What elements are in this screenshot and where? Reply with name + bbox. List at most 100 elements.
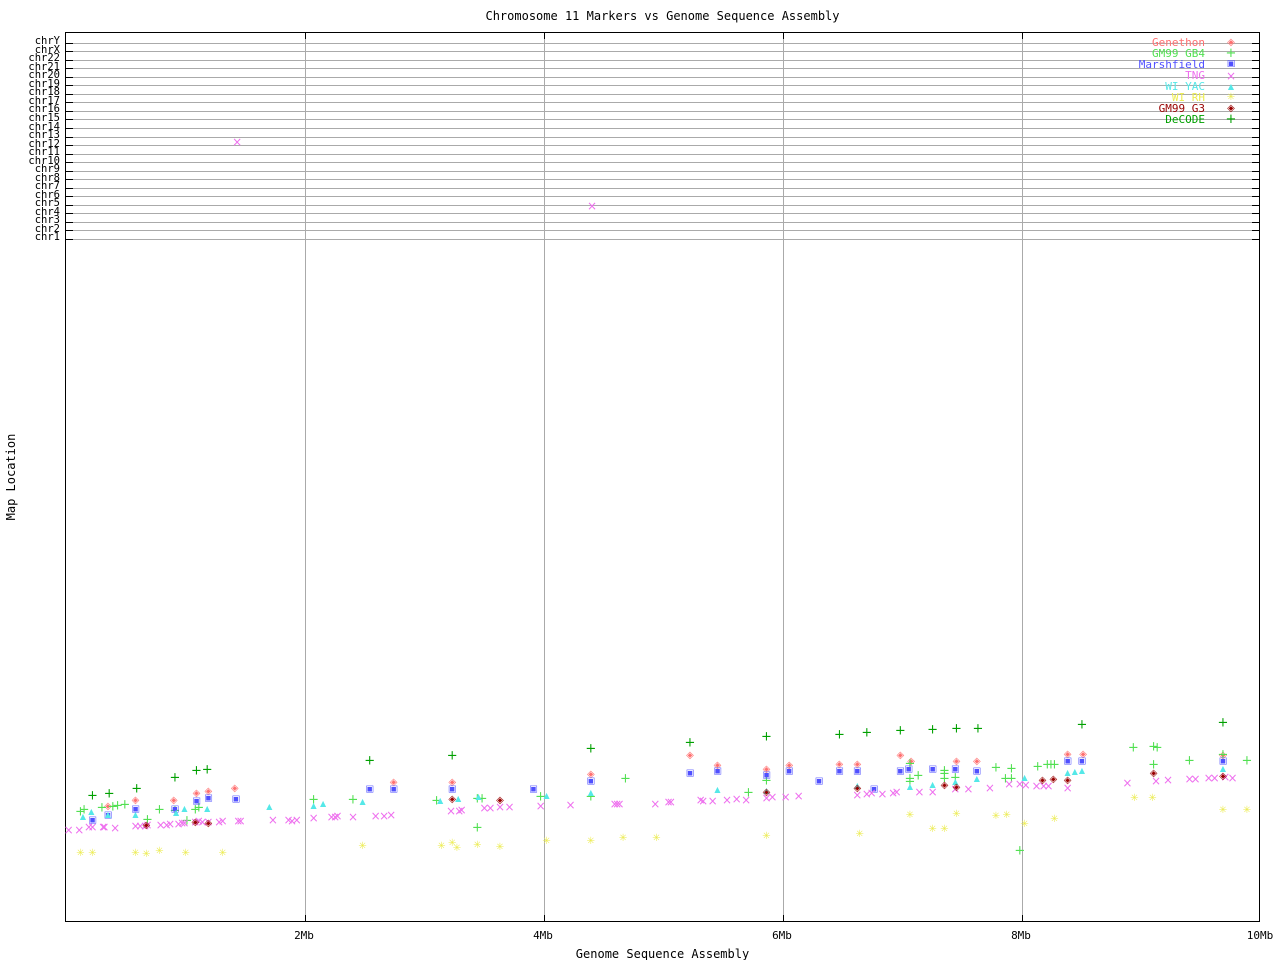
chr-tick-left: [66, 119, 73, 121]
scatter-point: ▣: [814, 776, 824, 787]
scatter-point: ×: [1209, 771, 1220, 785]
scatter-point: ×: [877, 787, 888, 801]
chr-tick-left: [66, 179, 73, 181]
x-tick-label: 4Mb: [533, 929, 553, 942]
scatter-point: ◈: [1063, 775, 1072, 786]
scatter-point: +: [1241, 753, 1253, 769]
scatter-point: ×: [793, 789, 804, 803]
mb-tick-top: [544, 33, 545, 39]
scatter-point: ✳: [473, 840, 482, 851]
scatter-point: ×: [308, 811, 319, 825]
scatter-point: +: [972, 721, 984, 737]
chr-tick-left: [66, 145, 73, 146]
scatter-point: ×: [232, 135, 243, 149]
scatter-point: ✳: [905, 810, 915, 821]
scatter-point: ×: [332, 809, 343, 823]
chr-tick-left: [66, 85, 73, 87]
square-dot-icon: ▣: [1226, 59, 1236, 69]
chr-tick-left: [66, 238, 73, 240]
scatter-point: ▣: [896, 766, 905, 777]
scatter-point: ▲: [310, 801, 317, 810]
scatter-point: ×: [291, 813, 302, 827]
chr-tick-left: [66, 128, 73, 129]
scatter-point: +: [347, 792, 359, 808]
scatter-point: ◈: [448, 794, 457, 805]
scatter-point: ▲: [173, 808, 180, 817]
scatter-point: ▣: [904, 764, 913, 775]
legend: Genethon ◈ GM99 GB4 + Marshfield ▣ TNG × WI YAC ▲…: [1055, 36, 1257, 126]
scatter-point: ▣: [529, 784, 538, 795]
chr-tick-right: [1252, 128, 1259, 129]
scatter-point: ×: [721, 793, 733, 807]
scatter-point: +: [1014, 843, 1026, 859]
scatter-point: ×: [504, 800, 515, 814]
scatter-point: ▲: [88, 807, 95, 816]
chr-gridline: [66, 196, 1259, 198]
chr-tick-right: [1252, 136, 1259, 138]
chr-tick-right: [1252, 221, 1259, 223]
chr-tick-left: [66, 170, 73, 172]
triangle-icon: ▲: [1227, 81, 1235, 91]
mb-tick-bottom: [544, 915, 545, 921]
chr-tick-right: [1252, 204, 1259, 206]
chr-label: chr1: [34, 231, 60, 244]
scatter-point: ◈: [1149, 768, 1158, 779]
cross-icon: ×: [1225, 68, 1237, 83]
chr-gridline: [66, 170, 1259, 172]
scatter-point: ✳: [1130, 793, 1139, 804]
scatter-point: ✳: [142, 849, 151, 860]
scatter-point: +: [1076, 717, 1088, 733]
chr-tick-right: [1252, 230, 1259, 232]
scatter-point: +: [1217, 715, 1229, 731]
chr-tick-left: [66, 230, 73, 232]
scatter-point: ◈: [1219, 771, 1227, 782]
x-axis-title: Genome Sequence Assembly: [575, 947, 750, 960]
scatter-point: +: [761, 729, 772, 745]
scatter-point: +: [1127, 740, 1139, 756]
chr-tick-right: [1252, 153, 1259, 155]
scatter-point: +: [585, 741, 597, 757]
chr-tick-left: [66, 187, 73, 189]
scatter-point: ▲: [1021, 773, 1028, 782]
scatter-point: ◈: [191, 817, 200, 828]
scatter-point: +: [1151, 740, 1163, 756]
chr-tick-left: [66, 136, 73, 138]
chr-tick-left: [66, 76, 73, 78]
chr-gridline: [66, 230, 1259, 232]
scatter-point: +: [833, 727, 845, 743]
scatter-point: ▲: [204, 804, 211, 813]
scatter-point: +: [1049, 757, 1060, 773]
scatter-point: ✳: [181, 848, 190, 859]
scatter-point: ✳: [586, 836, 595, 847]
scatter-point: +: [191, 763, 202, 779]
mb-gridline: [305, 33, 306, 921]
scatter-point: ✳: [76, 848, 85, 859]
scatter-point: ▲: [1078, 766, 1085, 775]
scatter-point: ▲: [132, 810, 139, 819]
chr-gridline: [66, 221, 1259, 223]
scatter-point: ◈: [496, 795, 504, 806]
scatter-point: ✳: [1020, 819, 1029, 830]
scatter-point: ×: [780, 790, 791, 804]
scatter-point: ◈: [142, 820, 151, 831]
scatter-point: ▣: [928, 764, 937, 775]
scatter-point: ▣: [853, 766, 862, 777]
chr-tick-left: [66, 42, 73, 44]
chr-tick-left: [66, 204, 73, 206]
scatter-point: ▣: [1063, 756, 1072, 767]
scatter-point: ✳: [131, 848, 140, 859]
scatter-point: ×: [707, 794, 718, 808]
x-tick-label: 10Mb: [1246, 929, 1274, 942]
chr-gridline: [66, 204, 1259, 206]
chr-tick-left: [66, 51, 73, 53]
chr-tick-right: [1252, 170, 1259, 172]
scatter-point: ×: [347, 810, 359, 824]
scatter-point: ▲: [181, 804, 188, 813]
scatter-point: ▣: [586, 776, 596, 787]
scatter-point: ▣: [204, 793, 213, 804]
scatter-point: ✳: [452, 843, 462, 854]
scatter-point: ✳: [940, 824, 949, 835]
chr-tick-left: [66, 102, 73, 104]
scatter-point: ◈: [853, 783, 862, 794]
scatter-point: +: [471, 820, 483, 836]
